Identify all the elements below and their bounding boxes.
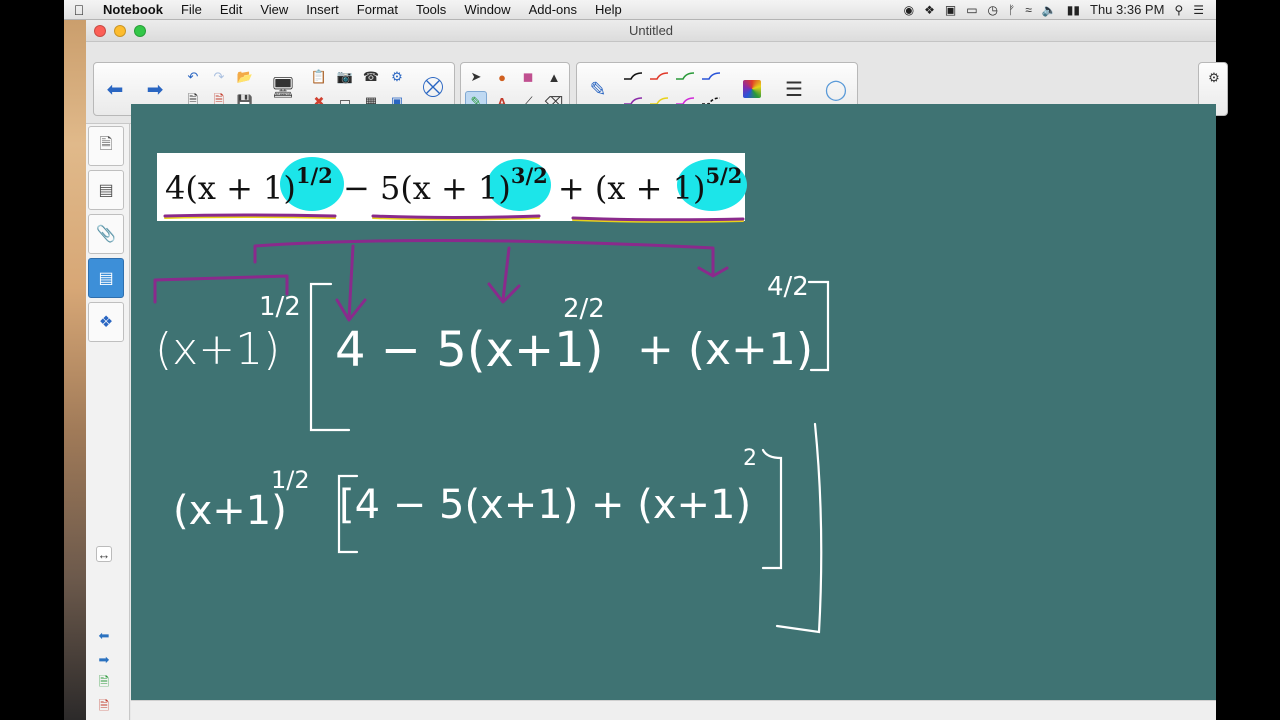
transparency-button[interactable]: ◯ bbox=[821, 74, 851, 104]
eraser-tool-button[interactable]: ◼ bbox=[517, 66, 539, 88]
line-style-button[interactable]: ☰ bbox=[779, 74, 809, 104]
sidebar-back-icon[interactable]: ⬅ bbox=[96, 628, 112, 644]
notification-center-icon[interactable]: ☰ bbox=[1193, 3, 1204, 17]
battery-icon[interactable]: ▮▮ bbox=[1067, 3, 1080, 17]
menu-format[interactable]: Format bbox=[348, 0, 407, 20]
line1-factor: (x+1) bbox=[155, 324, 281, 375]
settings-gear-icon[interactable]: ⚙ bbox=[1203, 67, 1225, 89]
title-bar: Untitled bbox=[86, 20, 1216, 42]
open-folder-button[interactable]: 📂 bbox=[234, 66, 256, 88]
side-tabs: 🗎 ▤ 📎 ▤ ❖ ↔ ⬅ ➡ 🗎 🗎 bbox=[86, 124, 130, 720]
line1-term1-exponent: 2/2 bbox=[563, 294, 605, 324]
addons-button[interactable]: ⛒ bbox=[418, 72, 448, 102]
pen-type-button[interactable]: ✎ bbox=[583, 74, 613, 104]
spotlight-search-icon[interactable]: ⚲ bbox=[1174, 3, 1183, 17]
sidebar-add-page-icon[interactable]: 🗎 bbox=[96, 674, 112, 692]
desktop-wallpaper-strip bbox=[64, 0, 86, 720]
line2-factor: (x+1) bbox=[173, 488, 287, 534]
line2-body-exponent: 2 bbox=[743, 446, 757, 471]
sidebar-delete-page-icon[interactable]: 🗎 bbox=[96, 698, 112, 716]
page-sorter-tab[interactable]: 🗎 bbox=[88, 126, 124, 166]
line1-factor-exponent: 1/2 bbox=[259, 292, 301, 322]
line1-term1: 4 − 5(x+1) bbox=[335, 322, 604, 378]
record-icon[interactable]: ◉ bbox=[904, 3, 914, 17]
color-palette-button[interactable] bbox=[743, 80, 761, 98]
bluetooth-icon[interactable]: ᚠ bbox=[1008, 3, 1015, 17]
attachments-tab[interactable]: 📎 bbox=[88, 214, 124, 254]
redo-button[interactable]: ↷ bbox=[208, 66, 230, 88]
menu-tools[interactable]: Tools bbox=[407, 0, 455, 20]
line1-term2-exponent: 4/2 bbox=[767, 272, 809, 302]
menu-edit[interactable]: Edit bbox=[211, 0, 251, 20]
paste-button[interactable]: 📋 bbox=[308, 66, 330, 88]
pen-preset-black[interactable] bbox=[623, 71, 643, 81]
move-sidebar-icon[interactable]: ↔ bbox=[96, 546, 112, 562]
window-title: Untitled bbox=[628, 23, 674, 38]
volume-icon[interactable]: 🔈 bbox=[1042, 3, 1057, 17]
wifi-icon[interactable]: ≈ bbox=[1025, 3, 1032, 17]
gallery-tab[interactable]: ▤ bbox=[88, 170, 124, 210]
pen-preset-red[interactable] bbox=[649, 71, 669, 81]
underline-strokes bbox=[163, 213, 745, 223]
menu-help[interactable]: Help bbox=[586, 0, 631, 20]
menu-file[interactable]: File bbox=[172, 0, 211, 20]
apple-menu-icon[interactable]:  bbox=[64, 2, 94, 18]
dropbox-icon[interactable]: ❖ bbox=[924, 3, 935, 17]
distribution-arrows bbox=[153, 238, 729, 322]
menu-view[interactable]: View bbox=[251, 0, 297, 20]
previous-page-button[interactable]: ⬅ bbox=[100, 74, 130, 104]
next-page-button[interactable]: ➡ bbox=[140, 74, 170, 104]
select-tool-button[interactable]: ➤ bbox=[465, 66, 487, 88]
time-machine-icon[interactable]: ◷ bbox=[988, 3, 998, 17]
ink-layer bbox=[153, 213, 830, 634]
menu-app-name[interactable]: Notebook bbox=[94, 0, 172, 20]
notebook-window: Untitled ⬅ ➡ ↶ ↷ 📂 🗎 🗎 💾 🖥 📋 📷 ☎ ⚙ ✖ ▭ ▦… bbox=[86, 20, 1228, 720]
desktop-left bbox=[0, 0, 64, 720]
clock[interactable]: Thu 3:36 PM bbox=[1090, 2, 1164, 17]
properties-tab[interactable]: ▤ bbox=[88, 258, 124, 298]
menu-bar:  Notebook File Edit View Insert Format … bbox=[64, 0, 1216, 20]
line2-body: [4 − 5(x+1) + (x+1) bbox=[339, 482, 752, 528]
fill-tool-button[interactable]: ▲ bbox=[543, 66, 565, 88]
undo-button[interactable]: ↶ bbox=[182, 66, 204, 88]
screen-capture-button[interactable]: 📷 bbox=[334, 66, 356, 88]
addons-tab[interactable]: ❖ bbox=[88, 302, 124, 342]
pen-preset-blue[interactable] bbox=[701, 71, 721, 81]
menu-insert[interactable]: Insert bbox=[297, 0, 348, 20]
menu-window[interactable]: Window bbox=[455, 0, 519, 20]
pen-preset-green[interactable] bbox=[675, 71, 695, 81]
capture-tool-button[interactable]: ⚙ bbox=[386, 66, 408, 88]
line2-factor-exponent: 1/2 bbox=[271, 466, 310, 494]
status-strip bbox=[131, 700, 1216, 720]
document-camera-button[interactable]: ☎ bbox=[360, 66, 382, 88]
sidebar-forward-icon[interactable]: ➡ bbox=[96, 652, 112, 668]
line1-term2: + (x+1) bbox=[637, 324, 814, 375]
menu-addons[interactable]: Add-ons bbox=[520, 0, 586, 20]
shapes-tool-button[interactable]: ● bbox=[491, 66, 513, 88]
airplay-icon[interactable]: ▭ bbox=[966, 3, 977, 17]
whiteboard-canvas[interactable]: 4(x + 1)1/2 − 5(x + 1)3/2 + (x + 1)5/2 (… bbox=[131, 104, 1216, 700]
sync-icon[interactable]: ▣ bbox=[945, 3, 956, 17]
screen-shade-button[interactable]: 🖥 bbox=[268, 72, 298, 102]
